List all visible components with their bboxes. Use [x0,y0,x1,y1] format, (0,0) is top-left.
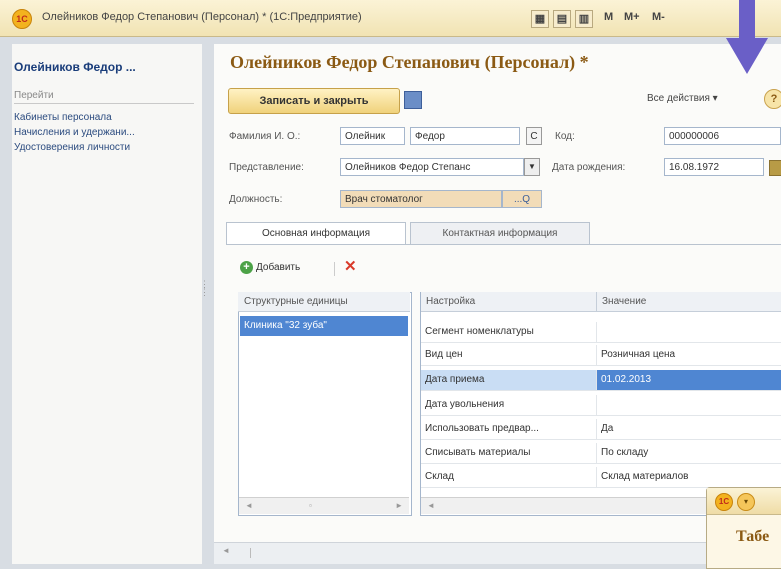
first-name-field[interactable]: Федор [410,127,520,145]
panel-splitter[interactable]: ⋮ ⋮ [200,280,209,320]
tab-main-info[interactable]: Основная информация [226,222,406,244]
window-title: Олейников Федор Степанович (Персонал) * … [42,11,362,23]
value-cell[interactable]: Склад материалов [597,467,781,487]
position-field[interactable]: Врач стоматолог [340,190,502,208]
delete-icon[interactable]: ✕ [344,257,357,275]
position-select-buttons[interactable]: ...Q [502,190,542,208]
overlay-title: Табе [736,528,770,545]
value-cell[interactable] [597,395,781,415]
page-title: Олейников Федор Степанович (Персонал) * [230,52,589,72]
sidebar-item-id-documents[interactable]: Удостоверения личности [14,142,130,153]
memory-button-m[interactable]: M [604,11,613,23]
calendar-picker-icon[interactable] [769,160,781,176]
value-cell[interactable]: Розничная цена [597,345,781,365]
table-row[interactable]: Склад Склад материалов [421,467,781,488]
setting-cell: Дата приема [421,370,597,390]
position-label: Должность: [229,194,283,205]
table-row[interactable]: Вид цен Розничная цена [421,345,781,366]
chart-icon[interactable]: ▥ [575,10,593,28]
setting-cell: Сегмент номенклатуры [421,322,597,342]
chevron-down-icon[interactable]: ▼ [524,158,540,176]
sidebar-item-accruals[interactable]: Начисления и удержани... [14,127,135,138]
table-row[interactable]: Сегмент номенклатуры [421,322,781,343]
app-logo-icon[interactable]: 1С [12,9,32,29]
setting-cell: Склад [421,467,597,487]
chevron-down-icon[interactable]: ▾ [737,493,755,511]
representation-field[interactable]: Олейников Федор Степанс [340,158,524,176]
all-actions-menu[interactable]: Все действия ▾ [647,93,718,104]
code-label: Код: [555,131,575,142]
divider [14,103,194,104]
app-logo-icon[interactable]: 1С [715,493,733,511]
nav-section-label: Перейти [14,90,54,101]
save-icon[interactable] [404,91,422,109]
table-row[interactable]: Дата увольнения [421,395,781,416]
memory-button-m-plus[interactable]: M+ [624,11,640,23]
birth-date-field[interactable]: 16.08.1972 [664,158,764,176]
horizontal-scrollbar[interactable]: ◄ ▫ ► [239,497,409,514]
setting-cell: Вид цен [421,345,597,365]
units-column-header[interactable]: Структурные единицы [238,292,410,312]
value-cell[interactable]: Да [597,419,781,439]
code-field[interactable]: 000000006 [664,127,781,145]
birth-date-label: Дата рождения: [552,162,626,173]
tab-contact-info[interactable]: Контактная информация [410,222,590,244]
setting-cell: Списывать материалы [421,443,597,463]
add-button[interactable]: Добавить [256,262,300,273]
representation-label: Представление: [229,162,304,173]
help-button[interactable]: ? [764,89,781,109]
calendar-icon[interactable]: ▤ [553,10,571,28]
setting-cell: Дата увольнения [421,395,597,415]
save-and-close-button[interactable]: Записать и закрыть [228,88,400,114]
sidebar-title: Олейников Федор ... [14,60,136,74]
fio-label: Фамилия И. О.: [229,131,301,142]
divider [334,262,335,276]
value-cell[interactable]: По складу [597,443,781,463]
arrow-down-icon [726,0,768,74]
sidebar-item-cabinets[interactable]: Кабинеты персонала [14,112,112,123]
table-row-selected[interactable]: Дата приема 01.02.2013 [421,370,781,391]
table-row[interactable]: Списывать материалы По складу [421,443,781,464]
memory-button-m-minus[interactable]: M- [652,11,665,23]
setting-cell: Использовать предвар... [421,419,597,439]
table-row[interactable]: Клиника "32 зуба" [240,316,408,336]
table-row[interactable]: Использовать предвар... Да [421,419,781,440]
last-name-field[interactable]: Олейник [340,127,405,145]
c-button[interactable]: С [526,127,542,145]
value-column-header[interactable]: Значение [597,292,781,312]
calculator-icon[interactable]: ▦ [531,10,549,28]
bottom-scrollbar[interactable]: ◄ [214,542,781,564]
value-cell[interactable] [597,322,781,342]
value-cell[interactable]: 01.02.2013 [597,370,781,390]
add-icon[interactable]: + [240,261,253,274]
setting-column-header[interactable]: Настройка [421,292,597,312]
